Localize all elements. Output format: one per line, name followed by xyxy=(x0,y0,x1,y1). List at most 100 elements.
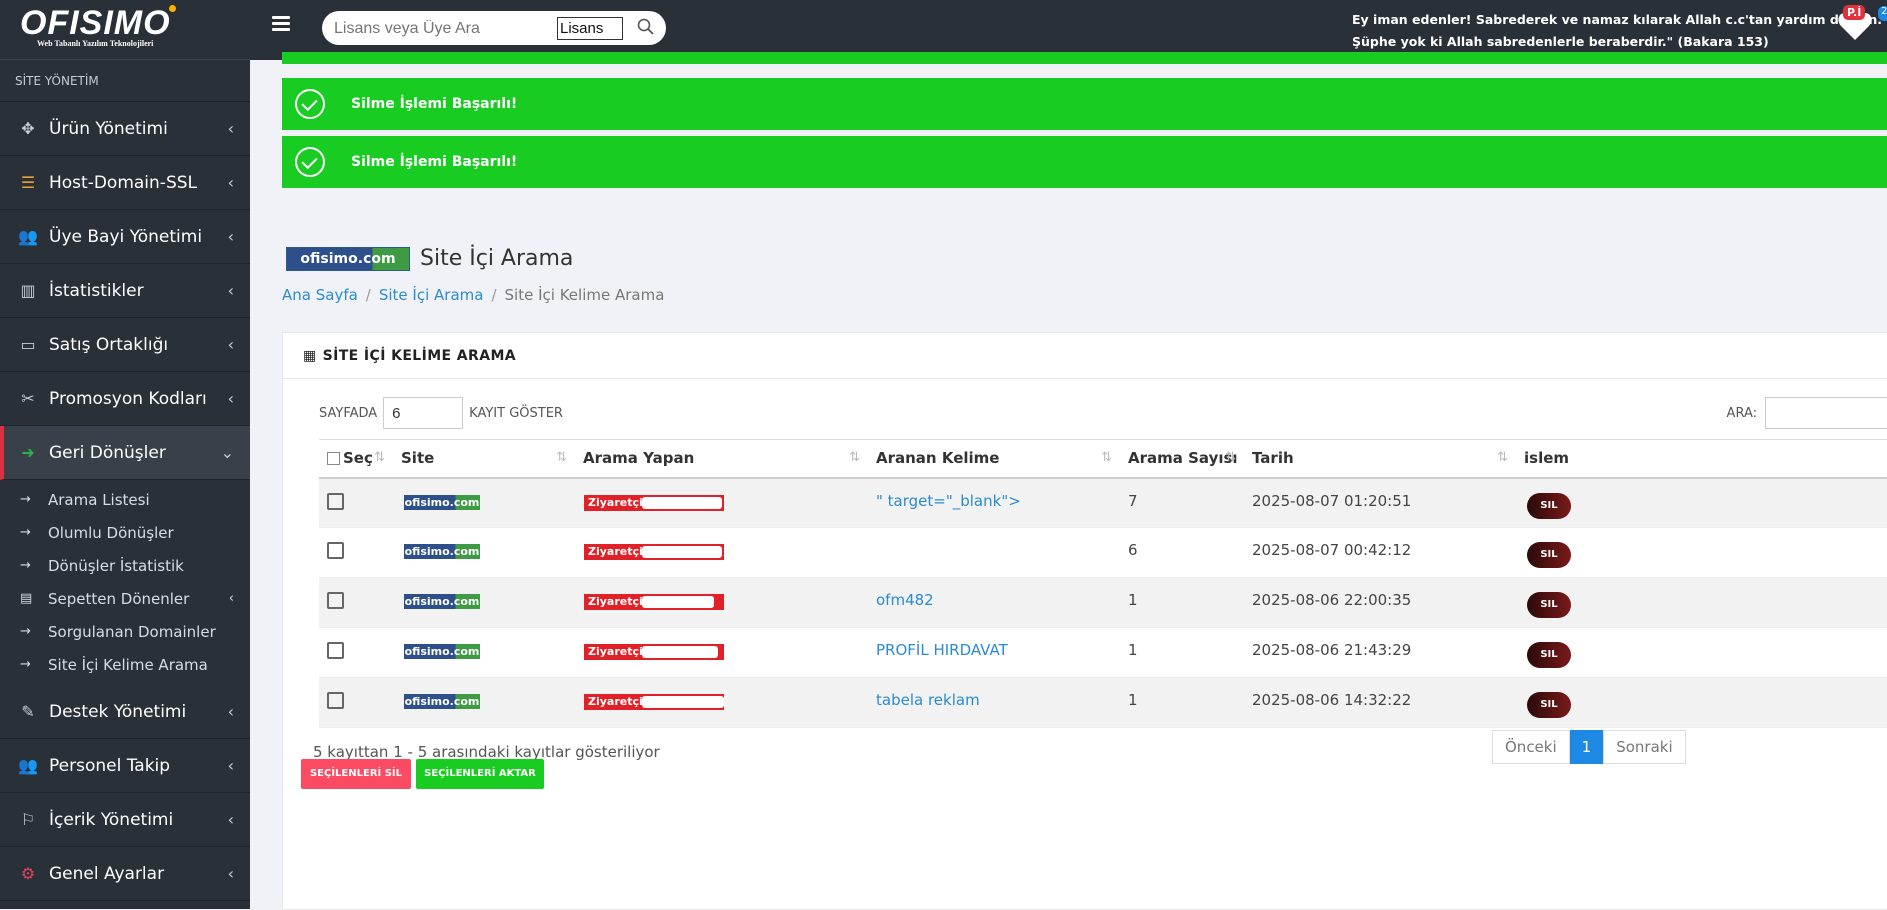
submenu-item[interactable]: → Sorgulanan Domainler xyxy=(0,615,250,648)
keyword-link[interactable]: ofm482 xyxy=(876,591,934,609)
sidebar-item-label: İçerik Yönetimi xyxy=(49,809,174,830)
next-page-button[interactable]: Sonraki xyxy=(1603,730,1686,764)
column-header-site[interactable]: Site ⇅ xyxy=(393,439,575,479)
sort-icon[interactable]: ⇅ xyxy=(1225,450,1236,465)
sidebar-item-i-erik-y-netimi[interactable]: ⚐ İçerik Yönetimi ‹ xyxy=(0,793,250,847)
arrow-left-icon: ➜ xyxy=(21,443,35,462)
chevron-left-icon: ‹ xyxy=(227,227,234,246)
delete-row-button[interactable]: SIL xyxy=(1527,692,1571,718)
submenu-item-label: Dönüşler İstatistik xyxy=(48,556,184,575)
sidebar-item-sat-ortakl-[interactable]: ▭ Satış Ortaklığı ‹ xyxy=(0,318,250,372)
keyword-link[interactable]: PROFİL HIRDAVAT xyxy=(876,641,1008,659)
sort-icon[interactable]: ⇅ xyxy=(1101,450,1112,465)
search-type-select[interactable]: Lisans xyxy=(557,17,623,40)
sidebar-item--ye-bayi-y-netimi[interactable]: 👥 Üye Bayi Yönetimi ‹ xyxy=(0,210,250,264)
cell-action: SIL xyxy=(1516,477,1887,528)
table-row: ofisimo.com Ziyaretçi - " target="_blank">… xyxy=(319,477,1887,528)
keyword-link[interactable]: " target="_blank"> xyxy=(876,492,1021,510)
sitemap-icon: ⚐ xyxy=(20,810,36,829)
sidebar-item-label: Personel Takip xyxy=(49,755,171,776)
delete-row-button[interactable]: SIL xyxy=(1527,492,1571,519)
column-header-visitor[interactable]: Arama Yapan ⇅ xyxy=(575,439,868,479)
export-selected-button[interactable]: SEÇİLENLERİ AKTAR xyxy=(416,759,544,789)
keyword-link[interactable]: tabela reklam xyxy=(876,691,980,709)
chevron-left-icon: ‹ xyxy=(227,810,234,829)
sidebar-item-i-statistikler[interactable]: ▥ İstatistikler ‹ xyxy=(0,264,250,318)
row-checkbox[interactable] xyxy=(327,692,344,709)
redaction-mask xyxy=(642,596,714,608)
arrow-right-icon: → xyxy=(20,624,31,639)
cell-action: SIL xyxy=(1516,527,1887,578)
table-filter: ARA: xyxy=(1727,397,1887,429)
breadcrumb-parent[interactable]: Site İçi Arama xyxy=(379,286,484,304)
visitor-badge: Ziyaretçi - xyxy=(584,544,724,560)
submenu-item-label: Site İçi Kelime Arama xyxy=(48,655,208,674)
row-checkbox[interactable] xyxy=(327,642,344,659)
cell-date: 2025-08-06 22:00:35 xyxy=(1244,577,1516,628)
ticket-icon: ✎ xyxy=(21,702,35,721)
sidebar-item-genel-ayarlar[interactable]: ⚙ Genel Ayarlar ‹ xyxy=(0,847,250,901)
cell-site: ofisimo.com xyxy=(393,677,575,728)
brand-logo: ofisimo.com xyxy=(286,246,410,271)
chevron-left-icon: ‹ xyxy=(227,281,234,300)
breadcrumb-home[interactable]: Ana Sayfa xyxy=(282,286,358,304)
chevron-down-icon: ⌄ xyxy=(220,443,234,462)
search-icon[interactable] xyxy=(636,17,656,37)
submenu-item[interactable]: → Arama Listesi xyxy=(0,483,250,516)
sort-icon[interactable]: ⇅ xyxy=(556,450,567,465)
filter-input[interactable] xyxy=(1765,397,1887,429)
submenu-item[interactable]: → Dönüşler İstatistik xyxy=(0,549,250,582)
search-input[interactable] xyxy=(334,18,554,40)
sidebar-item-personel-takip[interactable]: 👥 Personel Takip ‹ xyxy=(0,739,250,793)
row-checkbox[interactable] xyxy=(327,592,344,609)
success-alert: Silme İşlemi Başarılı! xyxy=(282,136,1887,188)
sidebar-item-host-domain-ssl[interactable]: ☰ Host-Domain-SSL ‹ xyxy=(0,156,250,210)
sort-icon[interactable]: ⇅ xyxy=(1497,450,1508,465)
submenu-item[interactable]: → Olumlu Dönüşler xyxy=(0,516,250,549)
cell-date: 2025-08-06 14:32:22 xyxy=(1244,677,1516,728)
column-header-date[interactable]: Tarih ⇅ xyxy=(1244,439,1516,479)
delete-selected-button[interactable]: SEÇİLENLERİ SİL xyxy=(301,759,411,789)
cell-site: ofisimo.com xyxy=(393,477,575,528)
chevron-left-icon: ‹ xyxy=(227,756,234,775)
main-content: Silme İşlemi Başarılı! Silme İşlemi Başa… xyxy=(250,52,1887,910)
check-circle-icon xyxy=(295,147,325,177)
sidebar-item-geri-donusler[interactable]: ➜ Geri Dönüşler ⌄ xyxy=(0,426,250,480)
row-checkbox[interactable] xyxy=(327,542,344,559)
sidebar-item--r-n-y-netimi[interactable]: ✥ Ürün Yönetimi ‹ xyxy=(0,102,250,156)
select-all-checkbox[interactable] xyxy=(327,452,340,466)
cell-count: 1 xyxy=(1120,627,1244,678)
success-alert: Silme İşlemi Başarılı! xyxy=(282,78,1887,130)
scissors-icon: ✂ xyxy=(21,389,35,408)
pi-badge: P.İ xyxy=(1843,5,1866,20)
menu-toggle-icon[interactable] xyxy=(272,16,290,32)
site-badge: ofisimo.com xyxy=(404,644,480,659)
delete-row-button[interactable]: SIL xyxy=(1527,642,1571,668)
delete-row-button[interactable]: SIL xyxy=(1527,592,1571,618)
submenu: → Arama Listesi → Olumlu Dönüşler → Dönüşler … xyxy=(0,480,250,685)
submenu-item[interactable]: ▤ Sepetten Dönenler ‹ xyxy=(0,582,250,615)
table-header-row: Seç ⇅ Site ⇅ Arama Yapan ⇅ Aranan Kelime ⇅ A… xyxy=(319,439,1887,479)
prev-page-button[interactable]: Önceki xyxy=(1492,730,1570,764)
submenu-item[interactable]: → Site İçi Kelime Arama xyxy=(0,648,250,681)
column-header-select[interactable]: Seç ⇅ xyxy=(319,439,393,479)
table-row: ofisimo.com Ziyaretçi - ofm482 1 2025-08-06 … xyxy=(319,577,1887,628)
sidebar-item-destek-y-netimi[interactable]: ✎ Destek Yönetimi ‹ xyxy=(0,685,250,739)
page-button-current[interactable]: 1 xyxy=(1569,730,1604,764)
sort-icon[interactable]: ⇅ xyxy=(374,450,385,465)
pagination: Önceki 1 Sonraki xyxy=(1492,730,1686,764)
column-header-keyword[interactable]: Aranan Kelime ⇅ xyxy=(868,439,1120,479)
column-header-count[interactable]: Arama Sayısı ⇅ xyxy=(1120,439,1244,479)
logo[interactable]: OFISIMO Web Tabanlı Yazılım Teknolojiler… xyxy=(0,0,250,60)
length-prefix: SAYFADA xyxy=(319,405,378,421)
sidebar-item-label: Host-Domain-SSL xyxy=(49,172,197,193)
page-length-input[interactable] xyxy=(383,397,464,429)
sidebar-item-label: İstatistikler xyxy=(49,280,144,301)
cell-visitor: Ziyaretçi - xyxy=(575,477,868,528)
sidebar-item-promosyon-kodlar-[interactable]: ✂ Promosyon Kodları ‹ xyxy=(0,372,250,426)
cell-select xyxy=(319,477,393,528)
row-checkbox[interactable] xyxy=(327,492,344,510)
delete-row-button[interactable]: SIL xyxy=(1527,542,1571,568)
site-badge: ofisimo.com xyxy=(404,494,480,510)
sort-icon[interactable]: ⇅ xyxy=(849,450,860,465)
